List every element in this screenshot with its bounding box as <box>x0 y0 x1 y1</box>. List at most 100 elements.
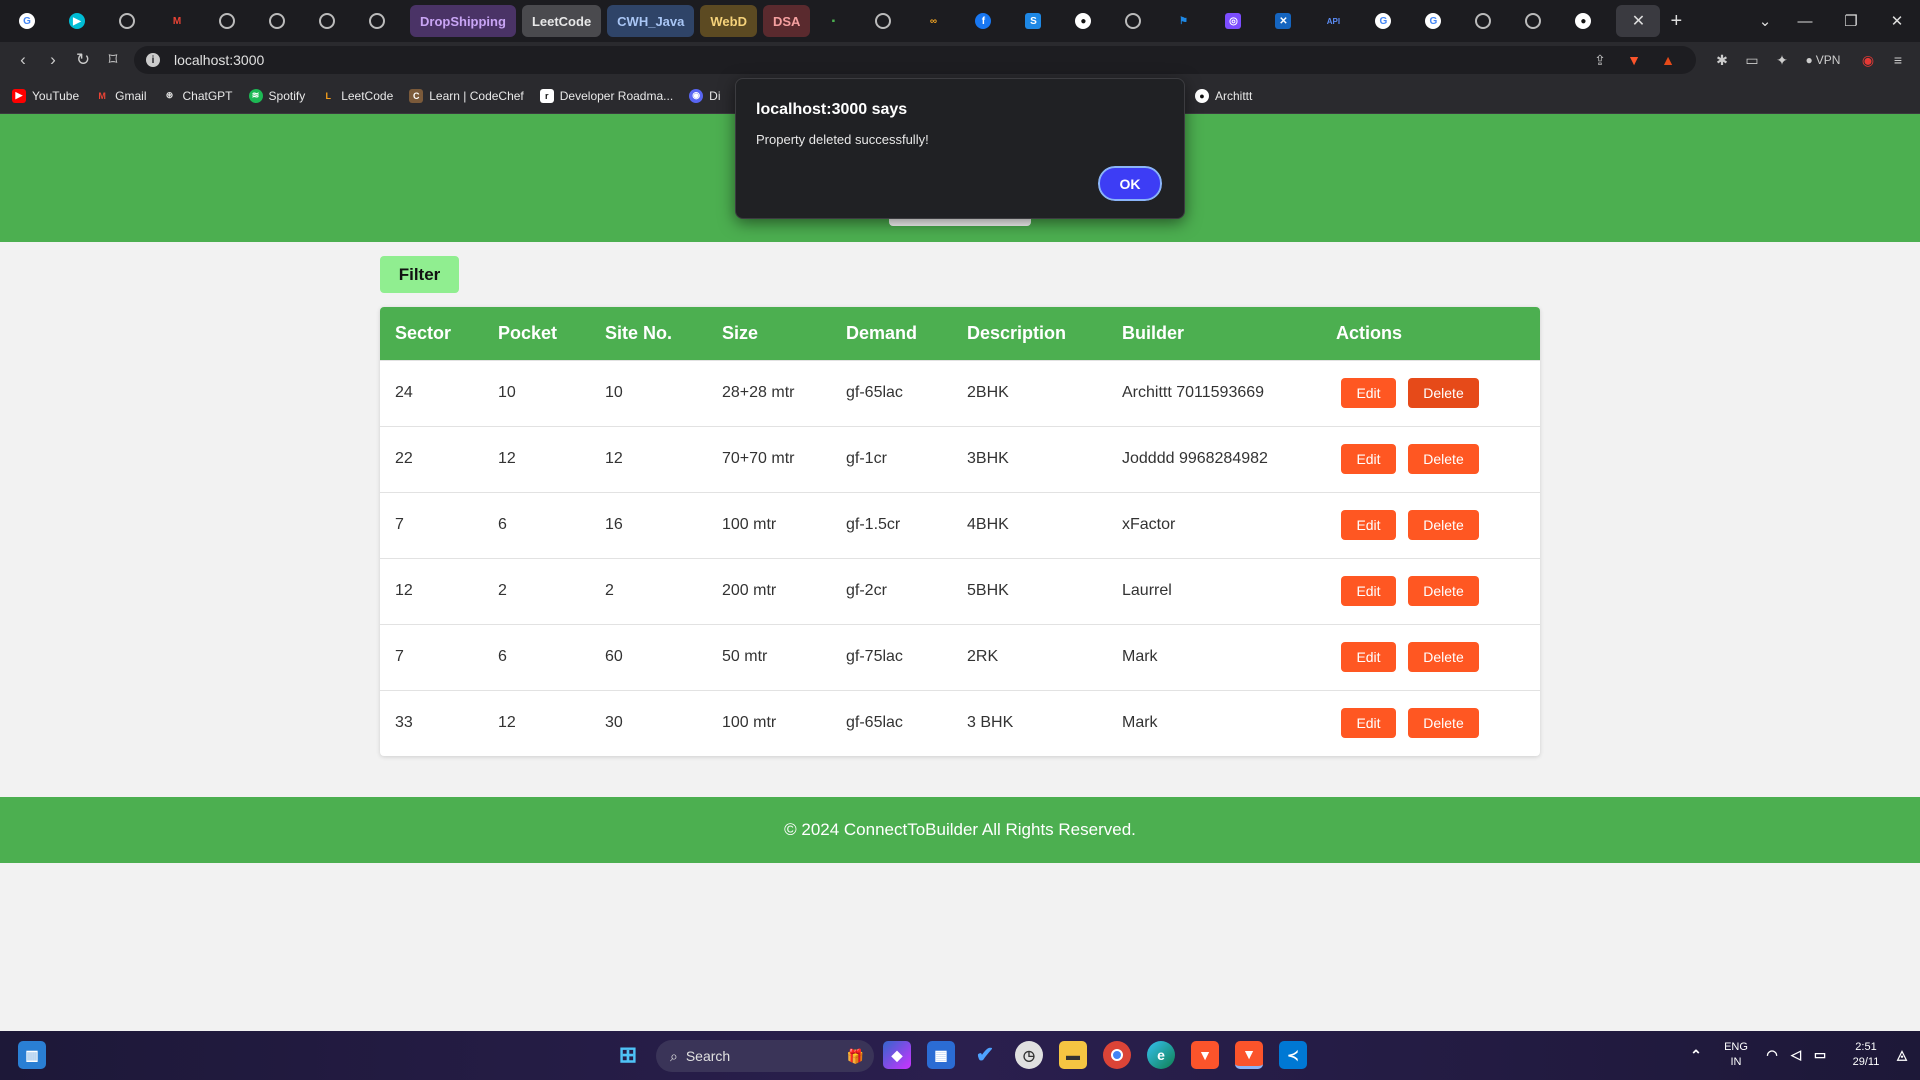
bookmark-button[interactable]: ⌑ <box>98 50 128 70</box>
edit-button[interactable]: Edit <box>1341 444 1396 474</box>
info-icon[interactable]: i <box>146 53 160 67</box>
discord-icon: ◉ <box>689 88 704 103</box>
battery-button[interactable]: ▭ <box>1810 1041 1830 1069</box>
bookmark-codechef[interactable]: C Learn | CodeChef <box>409 88 524 103</box>
delete-button[interactable]: Delete <box>1408 576 1479 606</box>
tab-generic[interactable]: API <box>1316 6 1350 36</box>
bookmark-chatgpt[interactable]: ⊛ ChatGPT <box>163 89 233 103</box>
tab-group-webd[interactable]: WebD <box>700 5 757 37</box>
tab-generic[interactable] <box>110 6 144 36</box>
tab-group-leetcode[interactable]: LeetCode <box>521 5 602 37</box>
vpn-button[interactable]: ● VPN <box>1800 42 1846 78</box>
brave-shields-button[interactable]: ▼ <box>1622 42 1646 78</box>
tab-generic[interactable] <box>360 6 394 36</box>
edit-button[interactable]: Edit <box>1341 378 1396 408</box>
chrome-icon <box>1111 1049 1123 1061</box>
tab-generic[interactable] <box>1516 6 1550 36</box>
tab-video[interactable]: ▶ <box>60 6 94 36</box>
tab-gmail[interactable]: M <box>160 6 194 36</box>
taskbar-store[interactable]: ▦ <box>927 1041 955 1069</box>
brave-rewards-button[interactable]: ▲ <box>1656 42 1680 78</box>
restore-button[interactable]: ❐ <box>1828 0 1874 42</box>
taskbar-todo[interactable]: ✔ <box>971 1041 999 1069</box>
tab-group-cwh-java[interactable]: CWH_Java <box>607 5 695 37</box>
tab-generic[interactable]: ⚑ <box>1166 6 1200 36</box>
wifi-button[interactable]: ◠ <box>1762 1041 1782 1069</box>
tab-github[interactable]: ● <box>1066 6 1100 36</box>
tab-facebook[interactable]: f <box>966 6 1000 36</box>
bookmark-youtube[interactable]: ▶ YouTube <box>12 88 79 103</box>
close-icon[interactable]: ✕ <box>1632 11 1645 31</box>
bookmark-spotify[interactable]: ≋ Spotify <box>248 88 305 103</box>
taskbar-brave[interactable]: ▼ <box>1191 1041 1219 1069</box>
tab-group-dsa[interactable]: DSA <box>762 5 811 37</box>
start-button[interactable]: ⊞ <box>614 1041 642 1069</box>
tab-generic[interactable]: ▪ <box>816 6 850 36</box>
tray-overflow-button[interactable]: ⌃ <box>1686 1041 1706 1069</box>
taskbar-clock[interactable]: ◷ <box>1015 1041 1043 1069</box>
delete-button[interactable]: Delete <box>1408 642 1479 672</box>
dialog-ok-button[interactable]: OK <box>1096 164 1164 203</box>
bookmark-github[interactable]: ● Archittt <box>1195 89 1252 103</box>
tab-github[interactable]: ● <box>1566 6 1600 36</box>
clock-display[interactable]: 2:51 29/11 <box>1840 1040 1892 1070</box>
bookmark-gmail[interactable]: M Gmail <box>95 89 146 103</box>
taskbar-edge[interactable]: e <box>1147 1041 1175 1069</box>
bookmark-label: ChatGPT <box>182 88 233 103</box>
tab-generic[interactable] <box>260 6 294 36</box>
widgets-button[interactable]: ▥ <box>18 1041 46 1069</box>
tab-generic[interactable] <box>866 6 900 36</box>
tab-generic[interactable] <box>1466 6 1500 36</box>
cell-site-no: 2 <box>605 582 614 599</box>
tab-generic[interactable]: ∞ <box>916 6 950 36</box>
tab-google[interactable]: G <box>1366 6 1400 36</box>
volume-button[interactable]: ◁ <box>1786 1041 1806 1069</box>
delete-button[interactable]: Delete <box>1408 510 1479 540</box>
taskbar-vscode[interactable]: ≺ <box>1279 1041 1307 1069</box>
delete-button[interactable]: Delete <box>1408 708 1479 739</box>
check-icon: ✔ <box>975 1042 995 1067</box>
forward-button[interactable]: › <box>38 50 68 70</box>
taskbar-brave-active[interactable]: ▼ <box>1235 1041 1263 1069</box>
bookmark-leetcode[interactable]: L LeetCode <box>321 89 393 103</box>
close-window-button[interactable]: ✕ <box>1874 0 1920 42</box>
profile-button[interactable]: ◉ <box>1856 42 1880 78</box>
chevron-up-icon: ⌃ <box>1690 1046 1702 1063</box>
table-row: 7 6 16 100 mtr gf-1.5cr 4BHK xFactor Edi… <box>380 492 1540 558</box>
notifications-button[interactable]: ◬ <box>1892 1041 1912 1069</box>
taskbar-chrome[interactable] <box>1103 1041 1131 1069</box>
delete-button[interactable]: Delete <box>1408 444 1479 474</box>
edit-button[interactable]: Edit <box>1341 708 1396 739</box>
taskbar-file-explorer[interactable]: ▬ <box>1059 1041 1087 1069</box>
tab-generic[interactable] <box>1116 6 1150 36</box>
back-button[interactable]: ‹ <box>8 50 38 70</box>
filter-button[interactable]: Filter <box>380 256 459 293</box>
menu-button[interactable]: ≡ <box>1886 42 1910 78</box>
tab-generic[interactable]: ◎ <box>1216 6 1250 36</box>
language-indicator[interactable]: ENG IN <box>1720 1040 1752 1070</box>
new-tab-button[interactable]: + <box>1670 10 1682 33</box>
edit-button[interactable]: Edit <box>1341 510 1396 540</box>
tab-generic[interactable] <box>210 6 244 36</box>
share-button[interactable]: ⇪ <box>1588 42 1612 78</box>
taskbar-search[interactable]: ⌕ Search 🎁 <box>656 1040 874 1072</box>
reload-button[interactable]: ↻ <box>68 50 98 70</box>
tab-active-close[interactable]: ✕ <box>1616 5 1661 37</box>
delete-button[interactable]: Delete <box>1408 378 1479 408</box>
wallet-button[interactable]: ▭ <box>1740 42 1764 78</box>
edit-button[interactable]: Edit <box>1341 576 1396 606</box>
taskbar-copilot[interactable]: ◆ <box>883 1041 911 1069</box>
tab-generic[interactable]: S <box>1016 6 1050 36</box>
tab-google[interactable]: G <box>10 6 44 36</box>
bookmark-roadmap[interactable]: r Developer Roadma... <box>539 88 673 103</box>
bookmark-discord[interactable]: ◉ Di <box>689 88 721 103</box>
tab-google[interactable]: G <box>1416 6 1450 36</box>
minimize-button[interactable]: — <box>1782 0 1828 42</box>
leo-button[interactable]: ✦ <box>1770 42 1794 78</box>
tab-generic[interactable]: ✕ <box>1266 6 1300 36</box>
tab-group-dropshipping[interactable]: DropShipping <box>410 5 516 37</box>
edit-button[interactable]: Edit <box>1341 642 1396 672</box>
url-field[interactable]: i localhost:3000 <box>134 46 1696 74</box>
tab-generic[interactable] <box>310 6 344 36</box>
extensions-button[interactable]: ✱ <box>1710 42 1734 78</box>
